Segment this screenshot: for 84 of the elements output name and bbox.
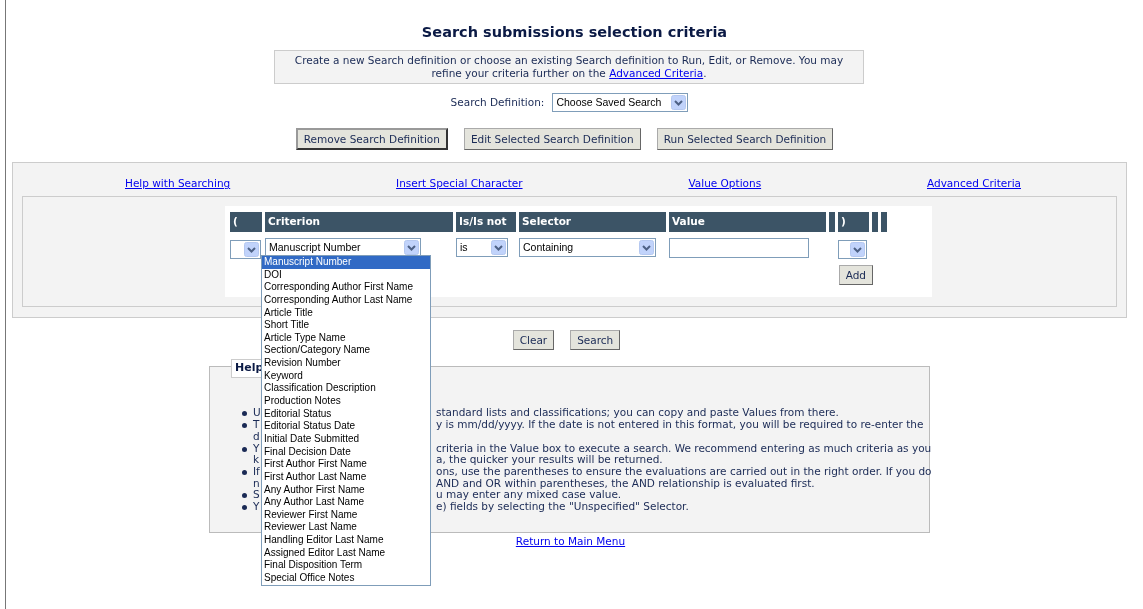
criterion-option[interactable]: Initial Date Submitted <box>262 432 430 446</box>
panel-link[interactable]: Help with Searching <box>125 176 231 197</box>
caret-icon <box>404 240 419 256</box>
criterion-option[interactable]: Any Author Last Name <box>262 496 430 509</box>
add-button[interactable]: Add <box>838 264 873 285</box>
criterion-option[interactable]: Any Author First Name <box>262 483 430 497</box>
criterion-option[interactable]: Special Office Notes <box>262 572 430 585</box>
criterion-option[interactable]: Revision Number <box>262 357 430 370</box>
help-text: a, the quicker your results will be returned. <box>436 454 663 466</box>
column-header: Value <box>669 212 826 233</box>
criterion-option[interactable]: Final Decision Date <box>262 445 430 459</box>
intro-text: Create a new Search definition or choose an existing Search definition to Run, Edit, or Remove. You may refine your criteria further on the Advanced Criteria. <box>274 50 864 85</box>
panel-link[interactable]: Value Options <box>688 176 762 197</box>
open-paren-dropdown[interactable] <box>230 239 261 259</box>
panel-link[interactable]: Insert Special Character <box>396 176 523 197</box>
header-cell <box>881 212 887 233</box>
value-field[interactable] <box>669 238 809 259</box>
help-text: standard lists and classifications; you can copy and paste Values from there. <box>436 407 839 420</box>
criterion-option[interactable]: Article Type Name <box>262 331 430 345</box>
bullet-icon <box>242 469 247 475</box>
criterion-option[interactable]: First Author Last Name <box>262 470 430 484</box>
criterion-option[interactable]: DOI <box>262 268 430 282</box>
help-text: e) fields by selecting the "Unspecified" Selector. <box>436 501 689 513</box>
is-not-dropdown[interactable]: is <box>456 238 508 258</box>
criterion-option[interactable]: Handling Editor Last Name <box>262 534 430 547</box>
close-paren-dropdown[interactable] <box>838 239 867 259</box>
column-header: ) <box>838 212 869 233</box>
criterion-option[interactable]: Assigned Editor Last Name <box>262 546 430 560</box>
help-text: ons, use the parentheses to ensure the evaluations are carried out in the right order. If you do <box>436 465 932 478</box>
caret-icon <box>671 95 687 111</box>
criterion-option[interactable]: Editorial Status Date <box>262 420 430 433</box>
help-text: S <box>253 489 260 501</box>
help-text: u may enter any mixed case value. <box>436 489 622 501</box>
criterion-option[interactable]: Final Disposition Term <box>262 559 430 572</box>
criterion-option[interactable]: Editorial Status <box>262 407 430 421</box>
help-text: n <box>253 477 260 490</box>
bullet-icon <box>242 505 247 510</box>
bullet-icon <box>242 411 247 417</box>
caret-icon <box>850 241 865 257</box>
criterion-option[interactable]: First Author First Name <box>262 458 430 471</box>
help-text: y is mm/dd/yyyy. If the date is not entered in this format, you will be required to re-enter the <box>436 419 924 431</box>
criterion-option[interactable]: Article Title <box>262 306 430 320</box>
column-header: Criterion <box>265 212 453 233</box>
help-text: k <box>253 454 260 466</box>
column-header: ( <box>230 212 262 233</box>
page-title: Search submissions selection criteria <box>420 23 729 42</box>
criterion-option[interactable]: Reviewer Last Name <box>262 521 430 535</box>
bullet-icon <box>242 446 247 452</box>
help-text: AND and OR within parentheses, the AND relationship is evaluated first. <box>436 477 815 490</box>
help-text: d <box>253 430 260 443</box>
help-text: Y <box>253 442 260 455</box>
help-text: criteria in the Value box to execute a search. We recommend entering as much criteria as you <box>436 442 932 455</box>
panel-link[interactable]: Advanced Criteria <box>927 176 1021 197</box>
criterion-option[interactable]: Section/Category Name <box>262 344 430 358</box>
return-link[interactable]: Return to Main Menu <box>515 535 626 548</box>
caret-icon <box>491 240 506 256</box>
definition-button[interactable]: Remove Search Definition <box>295 128 448 151</box>
help-text: Y <box>253 501 260 513</box>
search-definition-label: Search Definition: <box>450 95 545 110</box>
criterion-option[interactable]: Keyword <box>262 369 430 383</box>
header-cell <box>829 212 835 233</box>
help-text: If <box>253 465 260 478</box>
criterion-option[interactable]: Corresponding Author Last Name <box>262 293 430 307</box>
caret-icon <box>639 240 654 256</box>
criterion-option[interactable]: Classification Description <box>262 382 430 396</box>
definition-button[interactable]: Edit Selected Search Definition <box>463 128 641 151</box>
criterion-option[interactable]: Short Title <box>262 319 430 332</box>
help-text: U <box>253 407 261 420</box>
criterion-option[interactable]: Reviewer First Name <box>262 508 430 522</box>
column-header: Selector <box>519 212 666 233</box>
action-button[interactable]: Search <box>570 330 621 351</box>
bullet-icon <box>242 423 247 429</box>
bullet-icon <box>242 493 247 499</box>
definition-button[interactable]: Run Selected Search Definition <box>656 128 834 151</box>
caret-icon <box>244 241 259 257</box>
criterion-option[interactable]: Corresponding Author First Name <box>262 281 430 294</box>
help-text: T <box>253 419 260 431</box>
header-cell <box>872 212 878 233</box>
selector-dropdown[interactable]: Containing <box>519 238 656 258</box>
column-header: Is/Is not <box>456 212 516 233</box>
action-button[interactable]: Clear <box>512 330 555 351</box>
criterion-option[interactable]: Production Notes <box>262 395 430 408</box>
criterion-option[interactable]: Manuscript Number <box>262 256 430 269</box>
search-definition-dropdown[interactable]: Choose Saved Search <box>552 93 689 113</box>
